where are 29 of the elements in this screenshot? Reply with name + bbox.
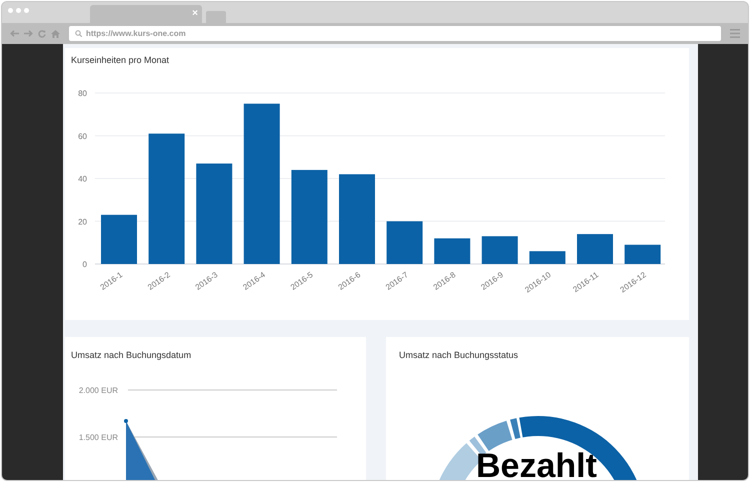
bar <box>482 236 518 264</box>
url-text: https://www.kurs-one.com <box>86 28 186 40</box>
forward-icon[interactable] <box>24 30 33 37</box>
new-tab-button[interactable] <box>206 11 226 23</box>
tab-close-button[interactable]: × <box>192 9 198 19</box>
reload-icon[interactable] <box>38 30 46 38</box>
bar <box>529 251 566 264</box>
bar <box>434 238 470 264</box>
menu-icon[interactable] <box>730 29 740 38</box>
axis-tick-label: 0 <box>82 260 87 269</box>
axis-tick-label: 1.500 EUR <box>78 433 118 442</box>
bar <box>577 234 613 264</box>
donut-center-label: Bezahlt <box>476 449 597 480</box>
axis-tick-label: 20 <box>78 217 87 226</box>
axis-tick-label: 40 <box>78 174 87 184</box>
axis-tick-label: 80 <box>78 89 87 98</box>
search-icon <box>75 30 82 37</box>
address-field[interactable]: https://www.kurs-one.com <box>69 26 721 41</box>
card-title: Kurseinheiten pro Monat <box>70 54 170 67</box>
axis-tick-label: 60 <box>78 132 87 141</box>
card-title: Umsatz nach Buchungsdatum <box>70 349 192 362</box>
browser-tab[interactable]: × <box>90 5 202 23</box>
card-title: Umsatz nach Buchungsstatus <box>398 349 520 362</box>
bar <box>386 221 423 264</box>
bar <box>101 214 137 264</box>
back-icon[interactable] <box>10 30 19 37</box>
axis-tick-label: 2.000 EUR <box>78 386 118 395</box>
home-icon[interactable] <box>51 30 60 38</box>
bar <box>624 244 661 264</box>
